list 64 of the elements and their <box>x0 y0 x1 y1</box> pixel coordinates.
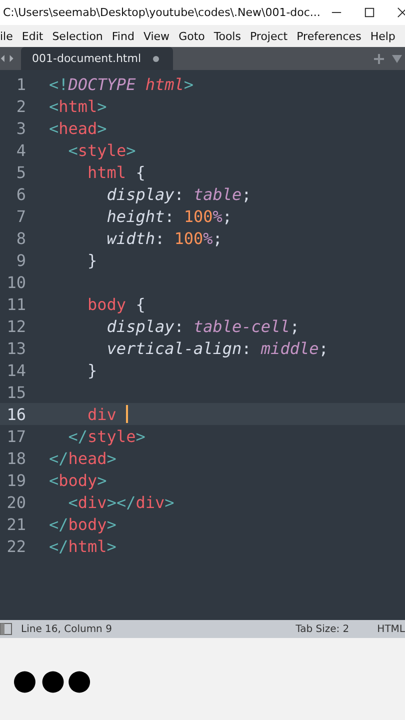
line-number: 15 <box>6 382 27 402</box>
plus-icon[interactable] <box>374 54 384 64</box>
line-number: 12 <box>6 316 27 336</box>
menu-item[interactable]: ile <box>0 30 13 42</box>
line-number: 8 <box>15 228 27 248</box>
line-number: 9 <box>15 250 27 270</box>
line-number: 5 <box>15 162 27 182</box>
line-number: 19 <box>6 470 27 490</box>
line-number: 3 <box>15 118 27 138</box>
menu-item[interactable]: Find <box>112 30 134 42</box>
menu-item[interactable]: View <box>143 30 170 42</box>
code-line: height: 100%; <box>106 206 232 226</box>
line-number: 10 <box>6 272 27 292</box>
more-icon[interactable] <box>14 671 92 693</box>
menu-item[interactable]: Edit <box>22 30 44 42</box>
line-number: 6 <box>15 184 27 204</box>
menu-item[interactable]: Preferences <box>296 30 362 42</box>
code-line: vertical-align: middle; <box>106 338 328 358</box>
code-line: </style> <box>68 426 146 446</box>
menu-item[interactable]: Project <box>250 30 288 42</box>
code-line: display: table-cell; <box>106 316 300 336</box>
file-tab[interactable]: 001-document.html <box>21 47 173 70</box>
menu-item[interactable]: Selection <box>52 30 103 42</box>
code-line: display: table; <box>106 184 252 204</box>
modified-dot-icon <box>153 56 159 62</box>
menu-item[interactable]: Help <box>370 30 396 42</box>
line-number: 11 <box>6 294 27 314</box>
code-line: <html> <box>49 96 107 116</box>
code-line: <style> <box>68 140 136 160</box>
line-number: 14 <box>6 360 27 380</box>
cursor-position: Line 16, Column 9 <box>21 624 112 634</box>
code-line: body { <box>88 294 146 314</box>
code-line: <head> <box>49 118 107 138</box>
code-line: div <box>88 404 116 424</box>
tab-arrows-icon[interactable] <box>0 54 16 63</box>
line-number: 13 <box>6 338 27 358</box>
code-line: </body> <box>49 514 116 534</box>
line-number: 16 <box>6 404 27 424</box>
code-line: <body> <box>49 470 107 490</box>
line-number: 1 <box>15 74 27 94</box>
line-number: 4 <box>15 140 27 160</box>
code-line: html { <box>88 162 146 182</box>
line-number: 2 <box>15 96 27 116</box>
code-line: <div></div> <box>68 492 174 512</box>
dropdown-icon[interactable] <box>392 54 402 62</box>
window-title: C:\Users\seemab\Desktop\youtube\codes\.New\001-doc... <box>3 6 320 19</box>
line-number: 7 <box>15 206 27 226</box>
code-line: width: 100%; <box>106 228 222 248</box>
code-line: <!DOCTYPE html> <box>49 74 194 94</box>
code-line: </head> <box>49 448 116 468</box>
line-number: 17 <box>6 426 27 446</box>
code-line: </html> <box>49 536 116 556</box>
line-number: 22 <box>6 536 27 556</box>
menu-item[interactable]: Tools <box>214 30 241 42</box>
code-line: } <box>88 250 98 270</box>
panel-icon[interactable] <box>0 623 12 635</box>
line-number: 21 <box>6 514 27 534</box>
code-line: } <box>88 360 98 380</box>
tab-size[interactable]: Tab Size: 2 <box>296 624 350 634</box>
text-cursor <box>126 405 128 423</box>
line-number: 20 <box>6 492 27 512</box>
syntax-name[interactable]: HTML <box>377 624 405 634</box>
menu-item[interactable]: Goto <box>178 30 205 42</box>
line-number: 18 <box>6 448 27 468</box>
